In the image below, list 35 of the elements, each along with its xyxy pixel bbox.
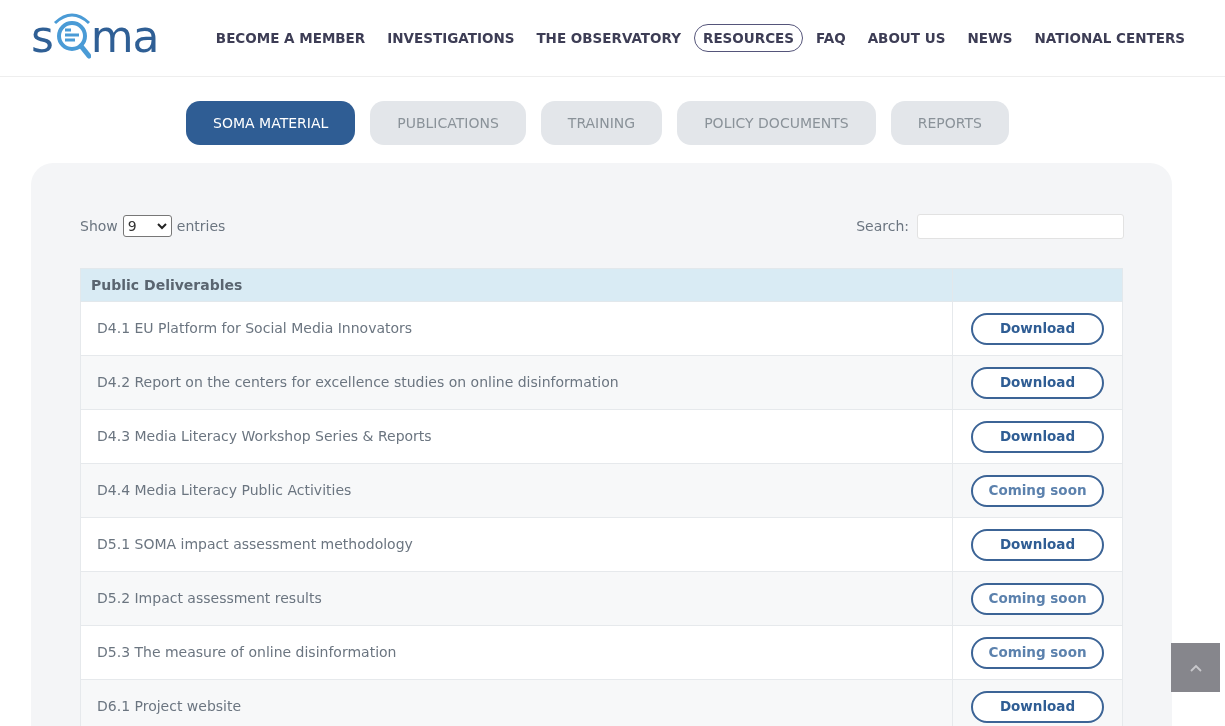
coming-soon-button[interactable]: Coming soon (971, 582, 1104, 615)
coming-soon-button[interactable]: Coming soon (971, 636, 1104, 669)
nav-link[interactable]: ABOUT US (858, 23, 955, 53)
logo-text: ma (90, 15, 159, 59)
entries-label: entries (176, 216, 226, 236)
table-cell: D4.3 Media Literacy Workshop Series & Reports (80, 409, 953, 464)
chevron-down-icon (156, 222, 167, 230)
nav-link[interactable]: FAQ (807, 23, 855, 53)
search-field[interactable] (917, 213, 1124, 239)
nav-link[interactable]: BECOME A MEMBER (206, 23, 375, 53)
column-header: Public Deliverables (80, 268, 953, 302)
entries-select[interactable]: 9 (122, 215, 172, 237)
back-to-top-button[interactable] (1171, 643, 1220, 692)
table-cell: D5.2 Impact assessment results (80, 571, 953, 626)
download-button[interactable]: Download (971, 528, 1104, 561)
table-cell: D4.1 EU Platform for Social Media Innovators (80, 301, 953, 356)
nav-link[interactable]: NATIONAL CENTERS (1025, 23, 1194, 53)
table-cell: D5.3 The measure of online disinformation (80, 625, 953, 680)
coming-soon-button[interactable]: Coming soon (971, 474, 1104, 507)
nav-link[interactable]: THE OBSERVATORY (527, 23, 690, 53)
table-cell: D5.1 SOMA impact assessment methodology (80, 517, 953, 572)
table-cell: D4.2 Report on the centers for excellence studies on online disinformation (80, 355, 953, 410)
nav-link[interactable]: NEWS (958, 23, 1022, 53)
show-label: Show (80, 216, 118, 236)
download-button[interactable]: Download (971, 312, 1104, 345)
resource-tab[interactable]: SOMA MATERIAL (186, 101, 356, 145)
logo-text: s (31, 15, 53, 59)
table-cell: D6.1 Project website (80, 679, 953, 726)
download-button[interactable]: Download (971, 420, 1104, 453)
search-label: Search: (856, 216, 909, 236)
chevron-up-icon (1189, 663, 1202, 672)
nav-link[interactable]: INVESTIGATIONS (378, 23, 524, 53)
download-button[interactable]: Download (971, 366, 1104, 399)
download-button[interactable]: Download (971, 690, 1104, 723)
table-cell: D4.4 Media Literacy Public Activities (80, 463, 953, 518)
